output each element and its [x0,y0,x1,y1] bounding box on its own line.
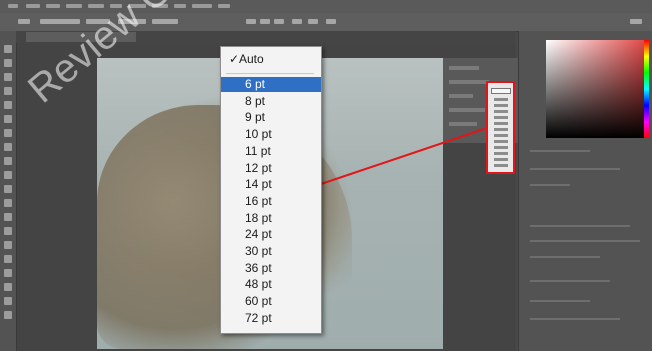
font-size-option[interactable]: 14 pt [221,177,321,192]
font-size-option-label: 18 pt [245,210,272,225]
font-size-option-label: 36 pt [245,260,272,275]
font-size-option[interactable]: 16 pt [221,194,321,209]
font-size-option[interactable]: 11 pt [221,144,321,159]
font-size-menu[interactable]: ✓Auto 6 pt 8 pt 9 pt 10 pt 11 pt 12 pt 14 pt 16 … [220,46,322,334]
checkmark-icon: ✓ [229,52,240,66]
font-size-option-label: 9 pt [245,110,266,125]
menu-separator [226,73,314,74]
font-size-option-label: 24 pt [245,227,272,242]
font-size-option[interactable]: 18 pt [221,211,321,226]
font-size-option[interactable]: 60 pt [221,294,321,309]
font-size-option-label: 11 pt [245,143,271,158]
font-size-option-label: 10 pt [245,127,272,142]
font-size-option-label: 30 pt [245,244,272,258]
font-size-option-label: 14 pt [245,177,272,192]
font-size-option-label: 16 pt [245,193,272,208]
font-size-option[interactable]: 24 pt [221,227,321,242]
font-size-option-label: 8 pt [245,93,266,108]
font-size-option[interactable]: 36 pt [221,261,321,276]
callout-line [320,127,488,185]
font-size-option[interactable]: 48 pt [221,277,321,292]
font-size-option-label: 48 pt [245,277,272,292]
font-size-option[interactable]: 10 pt [221,127,321,142]
font-size-option-label: 12 pt [245,160,272,175]
font-size-option[interactable]: 6 pt [221,77,321,92]
font-size-option[interactable]: ✓Auto [221,52,321,67]
font-size-option[interactable]: 8 pt [221,94,321,109]
font-size-option-label: 72 pt [245,310,272,325]
font-size-option-label: 6 pt [245,77,266,91]
font-size-option[interactable]: 9 pt [221,110,321,125]
font-size-option[interactable]: 30 pt [221,244,321,259]
font-size-option-label: Auto [239,52,264,66]
font-size-option-label: 60 pt [245,294,272,309]
font-size-option[interactable]: 72 pt [221,311,321,326]
font-size-option[interactable]: 12 pt [221,161,321,176]
